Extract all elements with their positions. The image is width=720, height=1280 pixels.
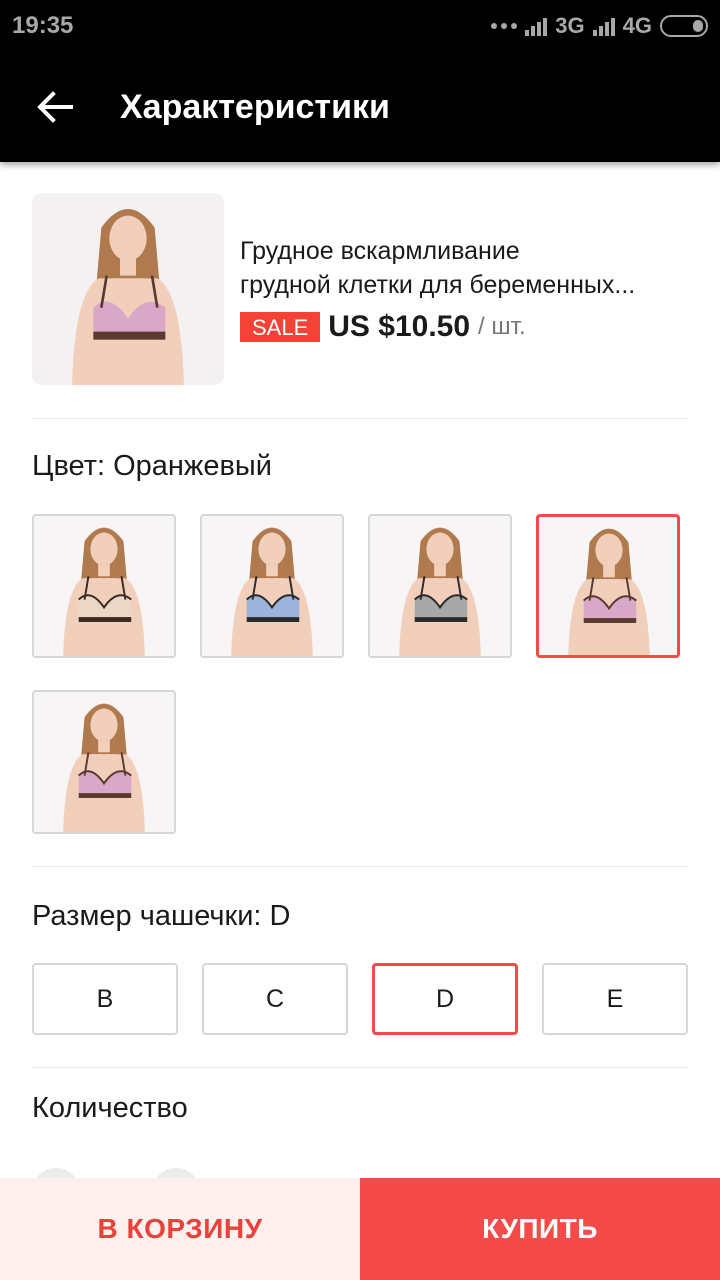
- color-swatch-5[interactable]: [32, 690, 176, 834]
- price-row: SALE US $10.50 / шт.: [240, 310, 526, 344]
- color-swatch-3[interactable]: [368, 514, 512, 658]
- status-bar: 19:35 3G 4G: [0, 0, 720, 52]
- bottom-action-bar: В КОРЗИНУ КУПИТЬ: [0, 1178, 720, 1280]
- color-swatch-4[interactable]: [536, 514, 680, 658]
- swatch-photo: [202, 516, 342, 656]
- network-3g-label: 3G: [555, 13, 585, 38]
- status-indicators: 3G 4G: [491, 12, 708, 40]
- product-title-line-1: Грудное вскармливание: [240, 237, 520, 265]
- cup-size-label: Размер чашечки: D: [32, 900, 291, 932]
- swatch-photo: [34, 516, 174, 656]
- product-photo: [32, 193, 224, 385]
- price-unit: / шт.: [478, 313, 526, 340]
- signal-icon: [525, 16, 548, 36]
- arrow-left-icon: [37, 91, 73, 123]
- size-option-e[interactable]: E: [542, 963, 688, 1035]
- notification-dots-icon: [491, 23, 518, 29]
- color-swatch-1[interactable]: [32, 514, 176, 658]
- quantity-label: Количество: [32, 1092, 188, 1124]
- page-title: Характеристики: [120, 88, 390, 126]
- swatch-photo: [34, 692, 174, 832]
- product-price: US $10.50: [328, 310, 471, 343]
- size-option-d[interactable]: D: [372, 963, 518, 1035]
- size-option-c[interactable]: C: [202, 963, 348, 1035]
- swatch-photo: [539, 517, 677, 655]
- divider: [32, 1067, 688, 1068]
- product-title-line-2: грудной клетки для беременных...: [240, 271, 636, 299]
- product-title: Грудное вскармливание грудной клетки для…: [240, 234, 700, 302]
- sale-badge: SALE: [240, 312, 321, 342]
- color-swatch-2[interactable]: [200, 514, 344, 658]
- buy-now-button[interactable]: КУПИТЬ: [360, 1178, 720, 1280]
- status-time: 19:35: [12, 12, 74, 39]
- network-4g-label: 4G: [622, 13, 652, 38]
- divider: [32, 866, 688, 867]
- divider: [32, 418, 688, 419]
- add-to-cart-button[interactable]: В КОРЗИНУ: [0, 1178, 360, 1280]
- product-image: [32, 193, 224, 385]
- signal-icon: [592, 16, 615, 36]
- battery-icon: [660, 15, 708, 37]
- app-bar: Характеристики: [0, 52, 720, 162]
- back-button[interactable]: [22, 74, 88, 140]
- size-option-b[interactable]: B: [32, 963, 178, 1035]
- swatch-photo: [370, 516, 510, 656]
- color-label: Цвет: Оранжевый: [32, 450, 272, 482]
